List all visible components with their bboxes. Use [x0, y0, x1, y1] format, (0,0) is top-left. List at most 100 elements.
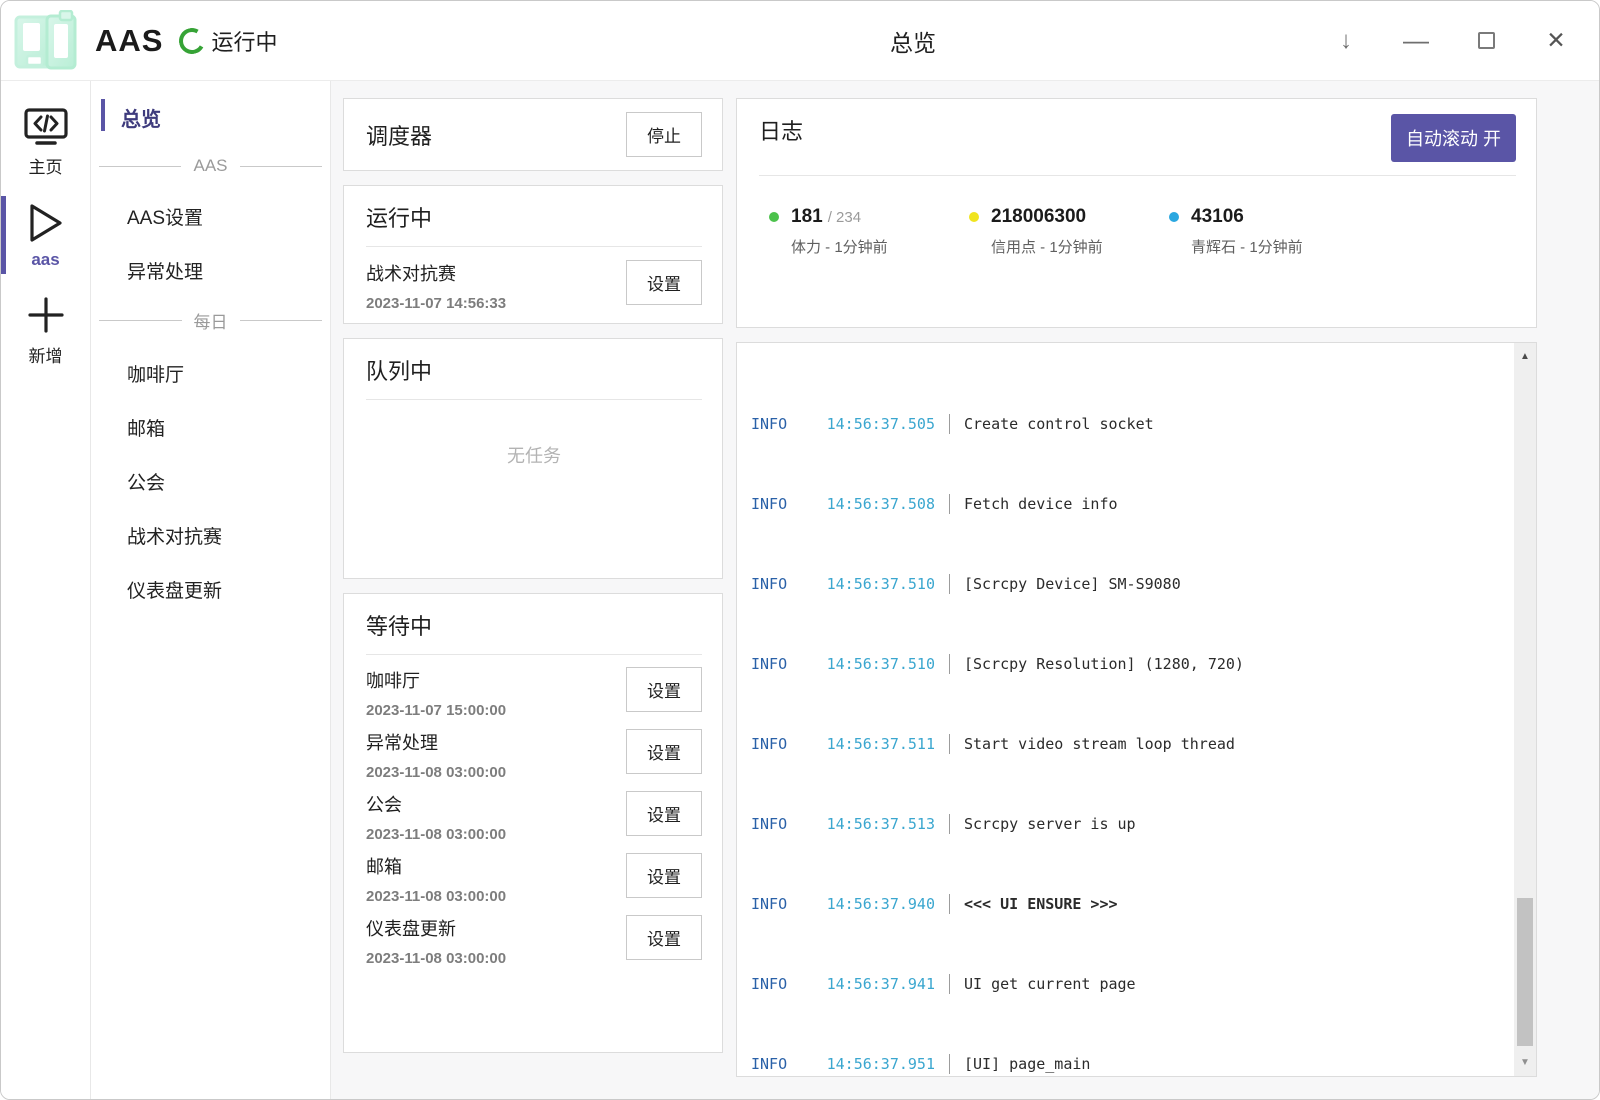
divider-label: 每日 — [194, 308, 228, 333]
page-title: 总览 — [890, 24, 936, 58]
plus-icon — [1, 294, 90, 336]
sidebar-item-overview[interactable]: 总览 — [91, 103, 330, 132]
queue-title: 队列中 — [366, 354, 702, 386]
log-separator — [949, 494, 950, 514]
resource-label: 体力 - 1分钟前 — [791, 236, 969, 257]
sidebar-item[interactable]: 公会 — [91, 468, 330, 495]
sidebar-item[interactable]: 战术对抗赛 — [91, 522, 330, 549]
settings-button[interactable]: 设置 — [626, 667, 702, 712]
log-separator — [949, 574, 950, 594]
sidebar-item[interactable]: AAS设置 — [91, 203, 330, 230]
rail-item-home[interactable]: 主页 — [1, 101, 90, 182]
divider — [366, 654, 702, 655]
main-content: 调度器 停止 运行中 战术对抗赛 2023-11-07 14:56:33 设置 — [331, 81, 1599, 1099]
settings-button[interactable]: 设置 — [626, 853, 702, 898]
running-spinner-icon — [177, 25, 209, 57]
minimize-button[interactable]: — — [1403, 28, 1429, 54]
autoscroll-toggle[interactable]: 自动滚动 开 — [1391, 114, 1516, 162]
log-message: Fetch device info — [964, 494, 1118, 514]
resource-total: / 234 — [828, 209, 861, 226]
maximize-button[interactable] — [1473, 28, 1499, 54]
queue-empty-state: 无任务 — [366, 442, 702, 468]
log-separator — [949, 654, 950, 674]
log-entry: INFO 14:56:37.513 Scrcpy server is up — [751, 814, 1514, 834]
task-time: 2023-11-08 03:00:00 — [366, 888, 506, 905]
log-separator — [949, 974, 950, 994]
log-separator — [949, 734, 950, 754]
sidebar-item[interactable]: 仪表盘更新 — [91, 576, 330, 603]
task-time: 2023-11-08 03:00:00 — [366, 826, 506, 843]
running-task-row: 战术对抗赛 2023-11-07 14:56:33 设置 — [366, 260, 702, 312]
log-timestamp: 14:56:37.940 — [813, 894, 935, 914]
log-entry: INFO 14:56:37.511 Start video stream loo… — [751, 734, 1514, 754]
waiting-task-row: 公会 2023-11-08 03:00:00 设置 — [366, 791, 702, 841]
log-card: 日志 自动滚动 开 181 / 234 — [736, 98, 1537, 328]
log-message: [UI] page_main — [964, 1054, 1090, 1074]
scroll-down-arrow-icon[interactable]: ▼ — [1514, 1057, 1536, 1068]
resource-stat: 181 / 234 体力 - 1分钟前 — [769, 206, 969, 257]
running-card: 运行中 战术对抗赛 2023-11-07 14:56:33 设置 — [343, 185, 723, 324]
code-monitor-icon — [1, 107, 90, 147]
log-message: [Scrcpy Resolution] (1280, 720) — [964, 654, 1244, 674]
settings-button[interactable]: 设置 — [626, 729, 702, 774]
stop-button[interactable]: 停止 — [626, 112, 702, 157]
divider — [366, 246, 702, 247]
log-console[interactable]: INFO 14:56:37.505 Create control socket … — [736, 342, 1537, 1077]
log-message: Scrcpy server is up — [964, 814, 1136, 834]
scroll-up-arrow-icon[interactable]: ▲ — [1514, 351, 1536, 362]
waiting-task-list: 咖啡厅 2023-11-07 15:00:00 设置 异常处理 2023-11-… — [366, 667, 702, 965]
running-status: 运行中 — [211, 25, 277, 57]
waiting-task-row: 邮箱 2023-11-08 03:00:00 设置 — [366, 853, 702, 903]
log-title: 日志 — [759, 114, 803, 146]
log-scroll-area[interactable]: INFO 14:56:37.505 Create control socket … — [737, 343, 1514, 1076]
rail-item-aas[interactable]: aas — [1, 196, 90, 274]
task-name: 异常处理 — [366, 729, 506, 755]
icon-rail: 主页 aas 新增 — [1, 81, 91, 1099]
settings-button[interactable]: 设置 — [626, 791, 702, 836]
log-entry: INFO 14:56:37.510 [Scrcpy Resolution] (1… — [751, 654, 1514, 674]
divider-label: AAS — [193, 156, 227, 176]
log-timestamp: 14:56:37.508 — [813, 494, 935, 514]
log-separator — [949, 894, 950, 914]
log-entry: INFO 14:56:37.505 Create control socket — [751, 414, 1514, 434]
log-entry: INFO 14:56:37.941 UI get current page — [751, 974, 1514, 994]
app-logo-icon — [13, 10, 79, 72]
log-level: INFO — [751, 654, 813, 674]
log-level: INFO — [751, 814, 813, 834]
rail-item-label: 主页 — [1, 153, 90, 178]
log-column: 日志 自动滚动 开 181 / 234 — [736, 98, 1537, 1077]
maximize-icon — [1478, 32, 1495, 49]
rail-item-new[interactable]: 新增 — [1, 288, 90, 371]
sidebar-section-aas: AAS设置 异常处理 — [91, 203, 330, 284]
log-timestamp: 14:56:37.951 — [813, 1054, 935, 1074]
log-timestamp: 14:56:37.941 — [813, 974, 935, 994]
sidebar-item-label: 总览 — [121, 109, 161, 131]
sidebar-item[interactable]: 异常处理 — [91, 257, 330, 284]
settings-button[interactable]: 设置 — [626, 915, 702, 960]
resource-dot-icon — [1169, 212, 1179, 222]
waiting-card: 等待中 咖啡厅 2023-11-07 15:00:00 设置 — [343, 593, 723, 1053]
divider — [366, 399, 702, 400]
task-name: 公会 — [366, 791, 506, 817]
resource-stats: 181 / 234 体力 - 1分钟前 218006300 — [759, 206, 1516, 257]
titlebar: AAS 运行中 总览 ↓ — ✕ — [1, 1, 1599, 81]
log-separator — [949, 1054, 950, 1074]
tasks-column: 调度器 停止 运行中 战术对抗赛 2023-11-07 14:56:33 设置 — [343, 98, 723, 1077]
scrollbar-thumb[interactable] — [1517, 898, 1533, 1046]
log-timestamp: 14:56:37.511 — [813, 734, 935, 754]
log-level: INFO — [751, 494, 813, 514]
log-message: <<< UI ENSURE >>> — [964, 894, 1118, 914]
active-indicator — [101, 99, 105, 131]
resource-value: 181 — [791, 206, 823, 228]
sidebar-item[interactable]: 邮箱 — [91, 414, 330, 441]
log-scrollbar[interactable]: ▲ ▼ — [1514, 343, 1536, 1076]
resource-value: 218006300 — [991, 206, 1086, 228]
app-window: AAS 运行中 总览 ↓ — ✕ — [0, 0, 1600, 1100]
log-entry: INFO 14:56:37.510 [Scrcpy Device] SM-S90… — [751, 574, 1514, 594]
settings-button[interactable]: 设置 — [626, 260, 702, 305]
close-button[interactable]: ✕ — [1543, 28, 1569, 54]
log-message: Create control socket — [964, 414, 1154, 434]
sidebar-item[interactable]: 咖啡厅 — [91, 360, 330, 387]
download-arrow-icon[interactable]: ↓ — [1333, 28, 1359, 54]
log-separator — [949, 814, 950, 834]
